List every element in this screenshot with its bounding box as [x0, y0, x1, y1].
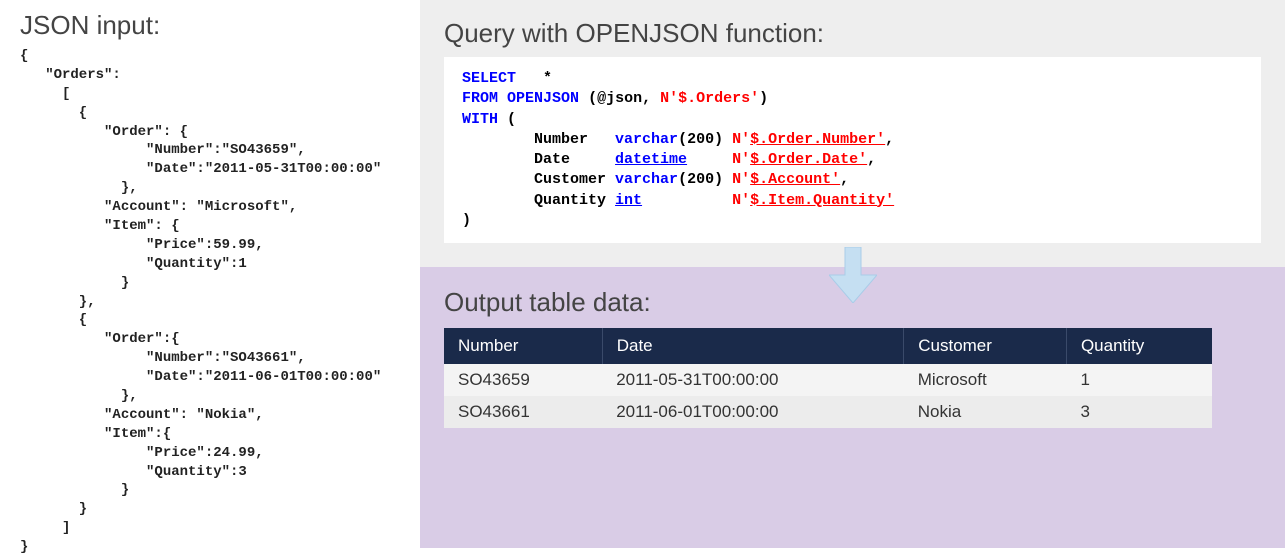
- col3-path: $.Account': [750, 171, 840, 188]
- table-cell: 2011-06-01T00:00:00: [602, 396, 904, 428]
- col2-pp: N': [732, 151, 750, 168]
- query-code: SELECT * FROM OPENJSON (@json, N'$.Order…: [444, 57, 1261, 243]
- output-pane: Output table data: Number Date Customer …: [420, 267, 1285, 548]
- with-close: ): [462, 212, 471, 229]
- col1-name: Number: [534, 131, 588, 148]
- paren-open: (: [588, 90, 597, 107]
- kw-select: SELECT: [462, 70, 516, 87]
- col2-path: $.Order.Date': [750, 151, 867, 168]
- col2-type: datetime: [615, 151, 687, 168]
- table-cell: SO43659: [444, 364, 602, 396]
- json-input-title: JSON input:: [20, 10, 400, 41]
- query-title: Query with OPENJSON function:: [444, 18, 1261, 49]
- table-header: Date: [602, 328, 904, 364]
- col3-name: Customer: [534, 171, 606, 188]
- arrow-down-icon: [829, 247, 877, 308]
- star: *: [543, 70, 552, 87]
- orders-path: N'$.Orders': [660, 90, 759, 107]
- json-var: @json: [597, 90, 642, 107]
- query-pane: Query with OPENJSON function: SELECT * F…: [420, 0, 1285, 267]
- table-header: Customer: [904, 328, 1067, 364]
- col4-type: int: [615, 192, 642, 209]
- table-header: Quantity: [1066, 328, 1212, 364]
- col3-len: 200: [687, 171, 714, 188]
- table-row: SO43661 2011-06-01T00:00:00 Nokia 3: [444, 396, 1212, 428]
- col4-path: $.Item.Quantity': [750, 192, 894, 209]
- col1-len: 200: [687, 131, 714, 148]
- col3-pp: N': [732, 171, 750, 188]
- fn-openjson: OPENJSON: [507, 90, 579, 107]
- table-cell: Nokia: [904, 396, 1067, 428]
- table-cell: 3: [1066, 396, 1212, 428]
- table-cell: Microsoft: [904, 364, 1067, 396]
- table-cell: 2011-05-31T00:00:00: [602, 364, 904, 396]
- col4-pp: N': [732, 192, 750, 209]
- comma: ,: [642, 90, 651, 107]
- col4-name: Quantity: [534, 192, 606, 209]
- table-header-row: Number Date Customer Quantity: [444, 328, 1212, 364]
- paren-close: ): [759, 90, 768, 107]
- col1-path: $.Order.Number': [750, 131, 885, 148]
- kw-with: WITH: [462, 111, 498, 128]
- with-open: (: [507, 111, 516, 128]
- json-input-pane: JSON input: { "Orders": [ { "Order": { "…: [0, 0, 420, 548]
- table-header: Number: [444, 328, 602, 364]
- table-cell: 1: [1066, 364, 1212, 396]
- table-row: SO43659 2011-05-31T00:00:00 Microsoft 1: [444, 364, 1212, 396]
- output-table: Number Date Customer Quantity SO43659 20…: [444, 328, 1212, 428]
- json-input-code: { "Orders": [ { "Order": { "Number":"SO4…: [20, 47, 400, 557]
- table-cell: SO43661: [444, 396, 602, 428]
- col1-type: varchar: [615, 131, 678, 148]
- col3-type: varchar: [615, 171, 678, 188]
- col2-name: Date: [534, 151, 570, 168]
- right-pane: Query with OPENJSON function: SELECT * F…: [420, 0, 1285, 548]
- kw-from: FROM: [462, 90, 498, 107]
- col1-pp: N': [732, 131, 750, 148]
